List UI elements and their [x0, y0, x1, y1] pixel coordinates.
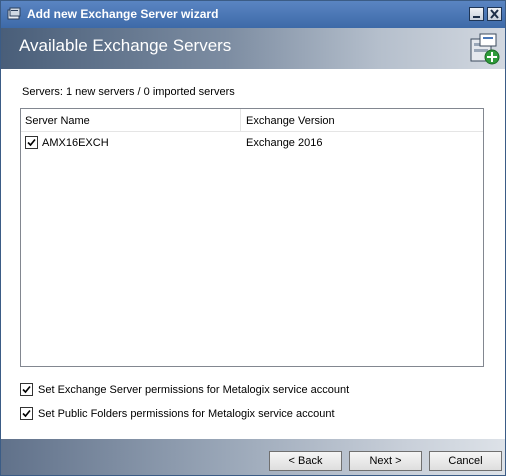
- column-divider[interactable]: [240, 109, 241, 131]
- back-button[interactable]: < Back: [269, 451, 342, 471]
- close-button[interactable]: [487, 7, 502, 21]
- checkmark-icon: [22, 409, 31, 418]
- title-bar[interactable]: Add new Exchange Server wizard: [1, 1, 505, 28]
- close-icon: [490, 9, 499, 19]
- window-title: Add new Exchange Server wizard: [27, 7, 219, 21]
- minimize-icon: [473, 16, 480, 18]
- exchange-server-add-icon: [470, 33, 500, 65]
- exchange-permissions-label[interactable]: Set Exchange Server permissions for Meta…: [38, 384, 349, 396]
- server-row-checkbox[interactable]: [25, 136, 38, 149]
- list-header: Server Name Exchange Version: [21, 109, 483, 132]
- cancel-button[interactable]: Cancel: [429, 451, 502, 471]
- column-header-exchange-version[interactable]: Exchange Version: [246, 115, 335, 127]
- page-heading: Available Exchange Servers: [19, 36, 232, 55]
- public-folders-permissions-label[interactable]: Set Public Folders permissions for Metal…: [38, 408, 335, 420]
- public-folders-permissions-option[interactable]: Set Public Folders permissions for Metal…: [20, 406, 480, 422]
- button-bar: < Back Next > Cancel: [1, 439, 505, 475]
- wizard-window: Add new Exchange Server wizard Available…: [0, 0, 506, 476]
- public-folders-permissions-checkbox[interactable]: [20, 407, 33, 420]
- header-banner: Available Exchange Servers: [1, 28, 505, 69]
- server-row[interactable]: AMX16EXCH Exchange 2016: [21, 133, 483, 151]
- checkmark-icon: [27, 138, 36, 147]
- exchange-version-cell: Exchange 2016: [246, 137, 323, 149]
- app-icon: [7, 7, 21, 20]
- checkmark-icon: [22, 385, 31, 394]
- next-button[interactable]: Next >: [349, 451, 422, 471]
- servers-summary: Servers: 1 new servers / 0 imported serv…: [22, 86, 235, 98]
- server-list[interactable]: Server Name Exchange Version AMX16EXCH E…: [20, 108, 484, 367]
- column-header-server-name[interactable]: Server Name: [25, 115, 90, 127]
- exchange-permissions-option[interactable]: Set Exchange Server permissions for Meta…: [20, 382, 480, 398]
- exchange-permissions-checkbox[interactable]: [20, 383, 33, 396]
- minimize-button[interactable]: [469, 7, 484, 21]
- server-name-cell: AMX16EXCH: [42, 137, 109, 149]
